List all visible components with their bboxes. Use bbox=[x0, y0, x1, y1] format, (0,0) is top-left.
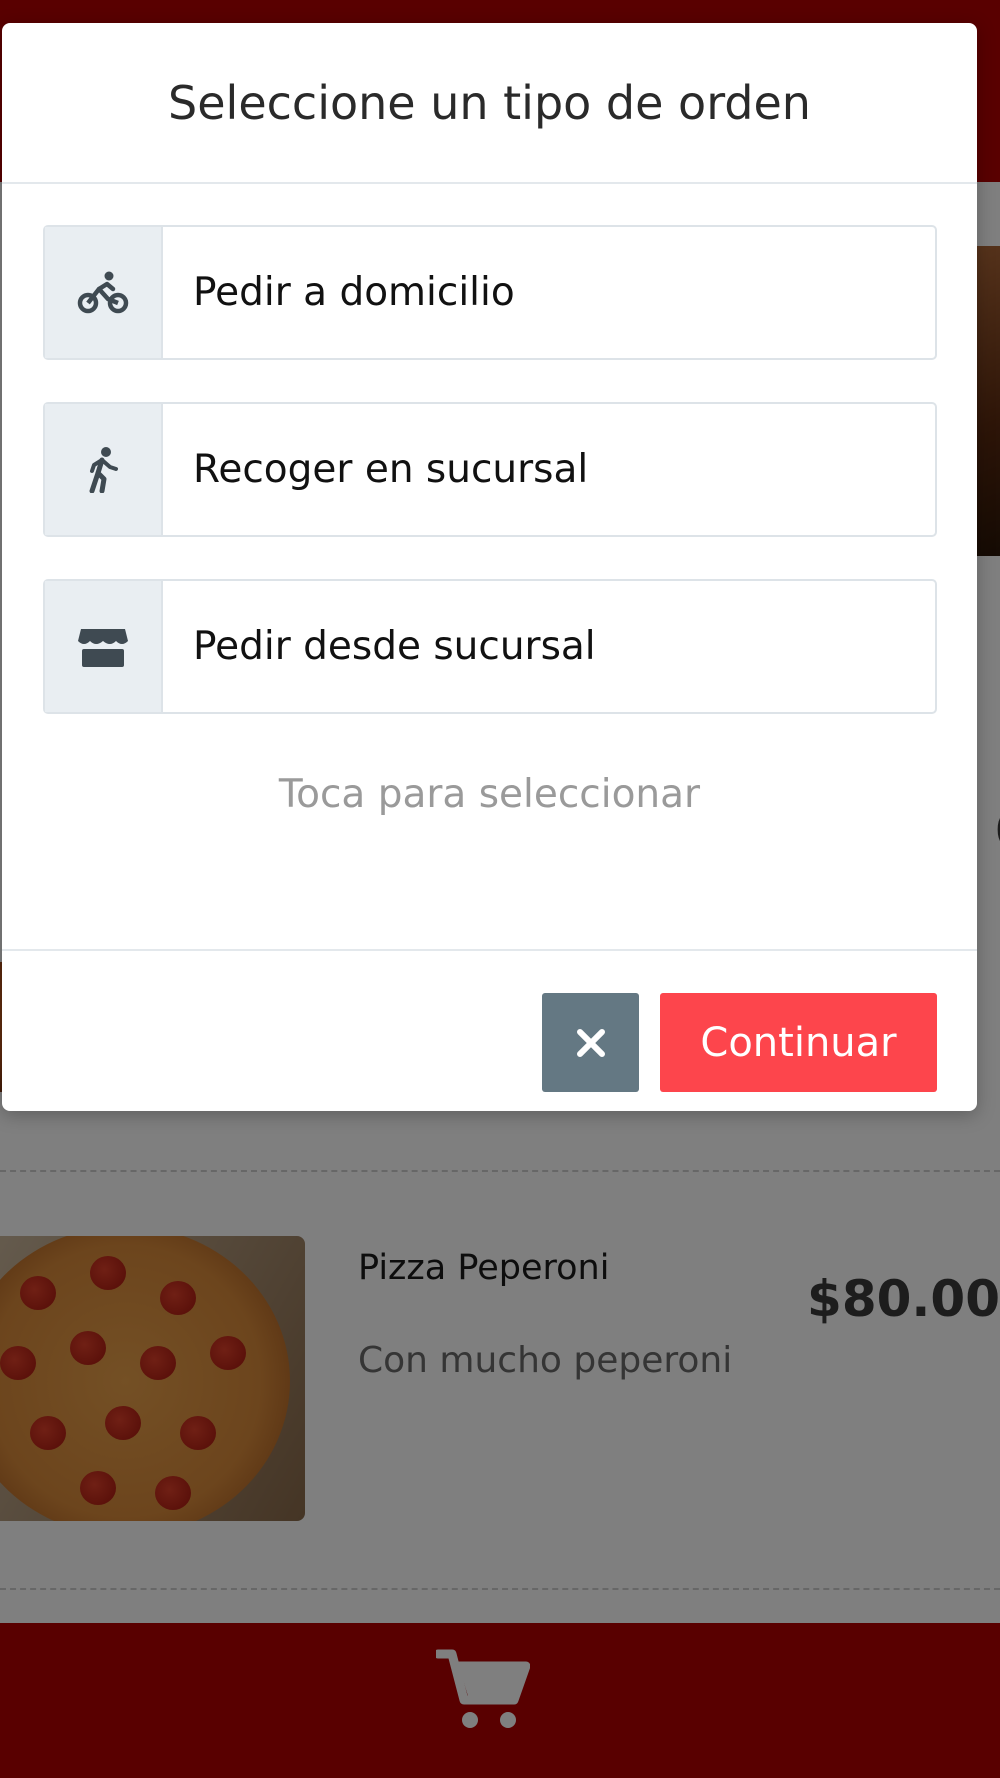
option-label: Pedir a domicilio bbox=[193, 270, 515, 315]
option-label: Recoger en sucursal bbox=[193, 447, 589, 492]
modal-footer: Continuar bbox=[2, 949, 977, 1111]
order-type-modal: Seleccione un tipo de orden Pedir a domi… bbox=[2, 23, 977, 1111]
modal-title: Seleccione un tipo de orden bbox=[168, 75, 811, 130]
option-pickup[interactable]: Recoger en sucursal bbox=[43, 402, 937, 537]
walking-icon bbox=[89, 446, 118, 493]
continue-button[interactable]: Continuar bbox=[660, 993, 937, 1092]
option-label: Pedir desde sucursal bbox=[193, 624, 596, 669]
option-in-store[interactable]: Pedir desde sucursal bbox=[43, 579, 937, 714]
bicycle-icon bbox=[77, 271, 129, 313]
option-delivery[interactable]: Pedir a domicilio bbox=[43, 225, 937, 360]
modal-header: Seleccione un tipo de orden bbox=[2, 23, 977, 184]
close-button[interactable] bbox=[542, 993, 639, 1092]
select-hint: Toca para seleccionar bbox=[278, 772, 701, 817]
store-icon bbox=[78, 628, 128, 667]
close-icon bbox=[576, 1028, 605, 1057]
modal-body: Pedir a domicilio Recoger en sucursal Pe… bbox=[2, 184, 977, 949]
